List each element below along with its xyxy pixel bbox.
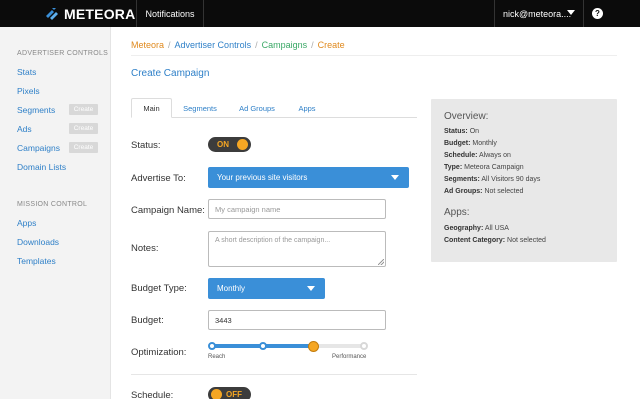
overview-content-category: Content Category: Not selected [444,237,546,244]
create-campaign-button[interactable]: Create [69,142,98,153]
slider-stop[interactable] [258,342,267,350]
overview-schedule: Schedule: Always on [444,152,511,159]
create-segment-button[interactable]: Create [69,104,98,115]
schedule-toggle-text: OFF [226,390,242,399]
slider-max-label: Performance [332,354,367,360]
sidebar: ADVERTISER CONTROLS Stats Pixels Segment… [0,27,111,399]
overview-type: Type: Meteora Campaign [444,164,524,171]
create-ad-button[interactable]: Create [69,123,98,134]
sidebar-section-mission-control: MISSION CONTROL [17,201,88,208]
overview-panel: Overview: Status: On Budget: Monthly Sch… [431,99,617,262]
tab-ad-groups[interactable]: Ad Groups [232,98,282,118]
breadcrumb-advertiser-controls[interactable]: Advertiser Controls [175,40,252,50]
breadcrumb-campaigns[interactable]: Campaigns [262,40,308,50]
toggle-knob [237,139,248,150]
top-navbar: METEORA Notifications nick@meteora.... ? [0,0,640,27]
resize-grip-icon[interactable] [378,259,384,265]
form-tabs: Main Segments Ad Groups Apps [131,98,417,118]
help-icon[interactable]: ? [592,8,603,19]
sidebar-item-segments[interactable]: Segments [17,105,55,115]
breadcrumb: Meteora / Advertiser Controls / Campaign… [131,40,345,50]
advertise-to-value: Your previous site visitors [217,173,308,182]
campaign-name-label: Campaign Name: [131,205,205,216]
sidebar-item-stats[interactable]: Stats [17,67,36,77]
advertise-to-select[interactable]: Your previous site visitors [208,167,409,188]
slider-min-label: Reach [208,354,226,360]
budget-input[interactable] [208,310,386,330]
overview-apps-title: Apps: [444,207,470,218]
slider-stop[interactable] [360,342,368,350]
status-toggle-text: ON [217,140,229,149]
status-label: Status: [131,140,161,151]
sidebar-item-pixels[interactable]: Pixels [17,86,40,96]
sidebar-item-apps[interactable]: Apps [17,218,36,228]
section-divider [131,374,417,375]
overview-segments: Segments: All Visitors 90 days [444,176,541,183]
campaign-name-input[interactable] [208,199,386,219]
chevron-down-icon [567,10,575,15]
sidebar-item-campaigns[interactable]: Campaigns [17,143,60,153]
tab-segments[interactable]: Segments [176,98,224,118]
brand-name: METEORA [64,5,136,22]
breadcrumb-meteora[interactable]: Meteora [131,40,164,50]
user-menu-dropdown[interactable]: nick@meteora.... [494,0,584,27]
overview-ad-groups: Ad Groups: Not selected [444,188,524,195]
sidebar-item-domain-lists[interactable]: Domain Lists [17,162,66,172]
breadcrumb-divider [131,55,617,56]
sidebar-section-advertiser-controls: ADVERTISER CONTROLS [17,50,109,57]
budget-type-value: Monthly [217,284,246,293]
notes-textarea[interactable] [208,231,386,267]
breadcrumb-separator: / [255,40,258,50]
overview-title: Overview: [444,111,489,122]
slider-stop[interactable] [208,342,216,350]
budget-type-label: Budget Type: [131,283,187,294]
schedule-toggle[interactable]: OFF [208,387,251,399]
tab-apps[interactable]: Apps [289,98,325,118]
sidebar-item-ads[interactable]: Ads [17,124,32,134]
advertise-to-label: Advertise To: [131,173,186,184]
toggle-knob [211,389,222,399]
chevron-down-icon [391,175,399,180]
brand-logo[interactable]: METEORA [44,4,135,23]
slider-knob[interactable] [307,340,319,352]
notifications-link[interactable]: Notifications [136,0,204,27]
breadcrumb-separator: / [168,40,171,50]
status-toggle[interactable]: ON [208,137,251,152]
overview-budget: Budget: Monthly [444,140,497,147]
schedule-label: Schedule: [131,390,174,399]
meteora-logo-icon [46,7,58,20]
overview-geography: Geography: All USA [444,225,509,232]
user-email: nick@meteora.... [503,8,572,19]
optimization-label: Optimization: [131,347,187,358]
sidebar-item-downloads[interactable]: Downloads [17,237,59,247]
tab-main[interactable]: Main [131,98,172,118]
notes-label: Notes: [131,243,159,254]
breadcrumb-separator: / [311,40,314,50]
breadcrumb-create: Create [317,40,345,50]
budget-type-select[interactable]: Monthly [208,278,325,299]
overview-status: Status: On [444,128,480,135]
page-title: Create Campaign [131,68,210,79]
budget-label: Budget: [131,315,164,326]
chevron-down-icon [307,286,315,291]
sidebar-item-templates[interactable]: Templates [17,256,56,266]
